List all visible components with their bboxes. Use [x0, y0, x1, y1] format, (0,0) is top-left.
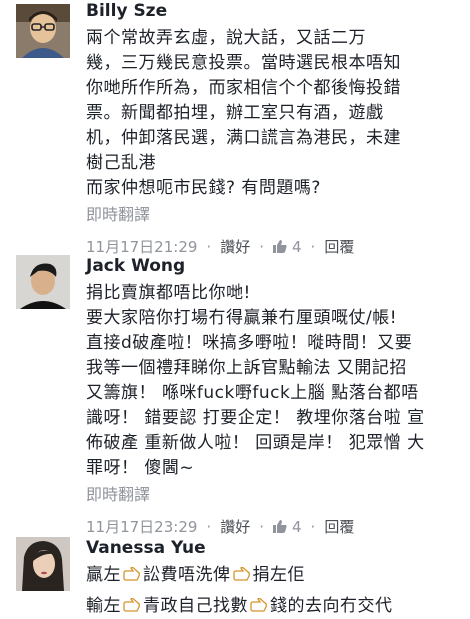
pointing-hand-icon: [231, 565, 253, 585]
like-button[interactable]: 讚好: [220, 515, 250, 539]
pointing-hand-icon: [121, 596, 143, 616]
text-segment: 錢的去向冇交代: [270, 596, 393, 616]
comment-author[interactable]: Billy Sze: [86, 0, 460, 22]
separator-dot: ·: [206, 518, 212, 536]
comment-author[interactable]: Jack Wong: [86, 255, 460, 277]
like-count: 4: [291, 518, 302, 536]
separator-dot: ·: [259, 518, 264, 536]
comment-meta: 11月17日23:29 · 讚好 · 4 · 回覆: [86, 515, 460, 539]
text-segment: 訟費唔洗俾: [143, 565, 231, 585]
thumbs-up-icon: [272, 515, 292, 539]
comment-text: 兩个常故弄玄虛，說大話，又話二万 幾，三万幾民意投票。當時選民根本唔知 你哋所作…: [86, 28, 401, 198]
text-segment: 捐左佢: [252, 565, 305, 585]
comment-text: 贏左 訟費唔洗俾 捐左佢 輸左 青政自己找數 錢的去向冇交代: [86, 563, 460, 619]
comment-line: 輸左 青政自己找數 錢的去向冇交代: [86, 594, 460, 619]
text-segment: 青政自己找數: [143, 596, 248, 616]
pointing-hand-icon: [121, 565, 143, 585]
timestamp[interactable]: 11月17日23:29: [86, 515, 197, 539]
translate-link[interactable]: 即時翻譯: [86, 203, 460, 227]
translate-link[interactable]: 即時翻譯: [86, 483, 460, 507]
avatar[interactable]: [16, 4, 70, 58]
comment-line: 贏左 訟費唔洗俾 捐左佢: [86, 563, 460, 588]
comment-text: 捐比賣旗都唔比你哋! 要大家陪你打場冇得贏兼冇厘頭嘅仗/帳! 直接d破產啦！咪搞…: [86, 283, 425, 478]
text-segment: 輸左: [86, 596, 121, 616]
text-segment: 贏左: [86, 565, 121, 585]
avatar[interactable]: [16, 255, 70, 309]
reply-button[interactable]: 回覆: [324, 515, 354, 539]
comment-author[interactable]: Vanessa Yue: [86, 537, 460, 559]
avatar[interactable]: [16, 537, 70, 591]
pointing-hand-icon: [248, 596, 270, 616]
separator-dot: ·: [310, 518, 316, 536]
